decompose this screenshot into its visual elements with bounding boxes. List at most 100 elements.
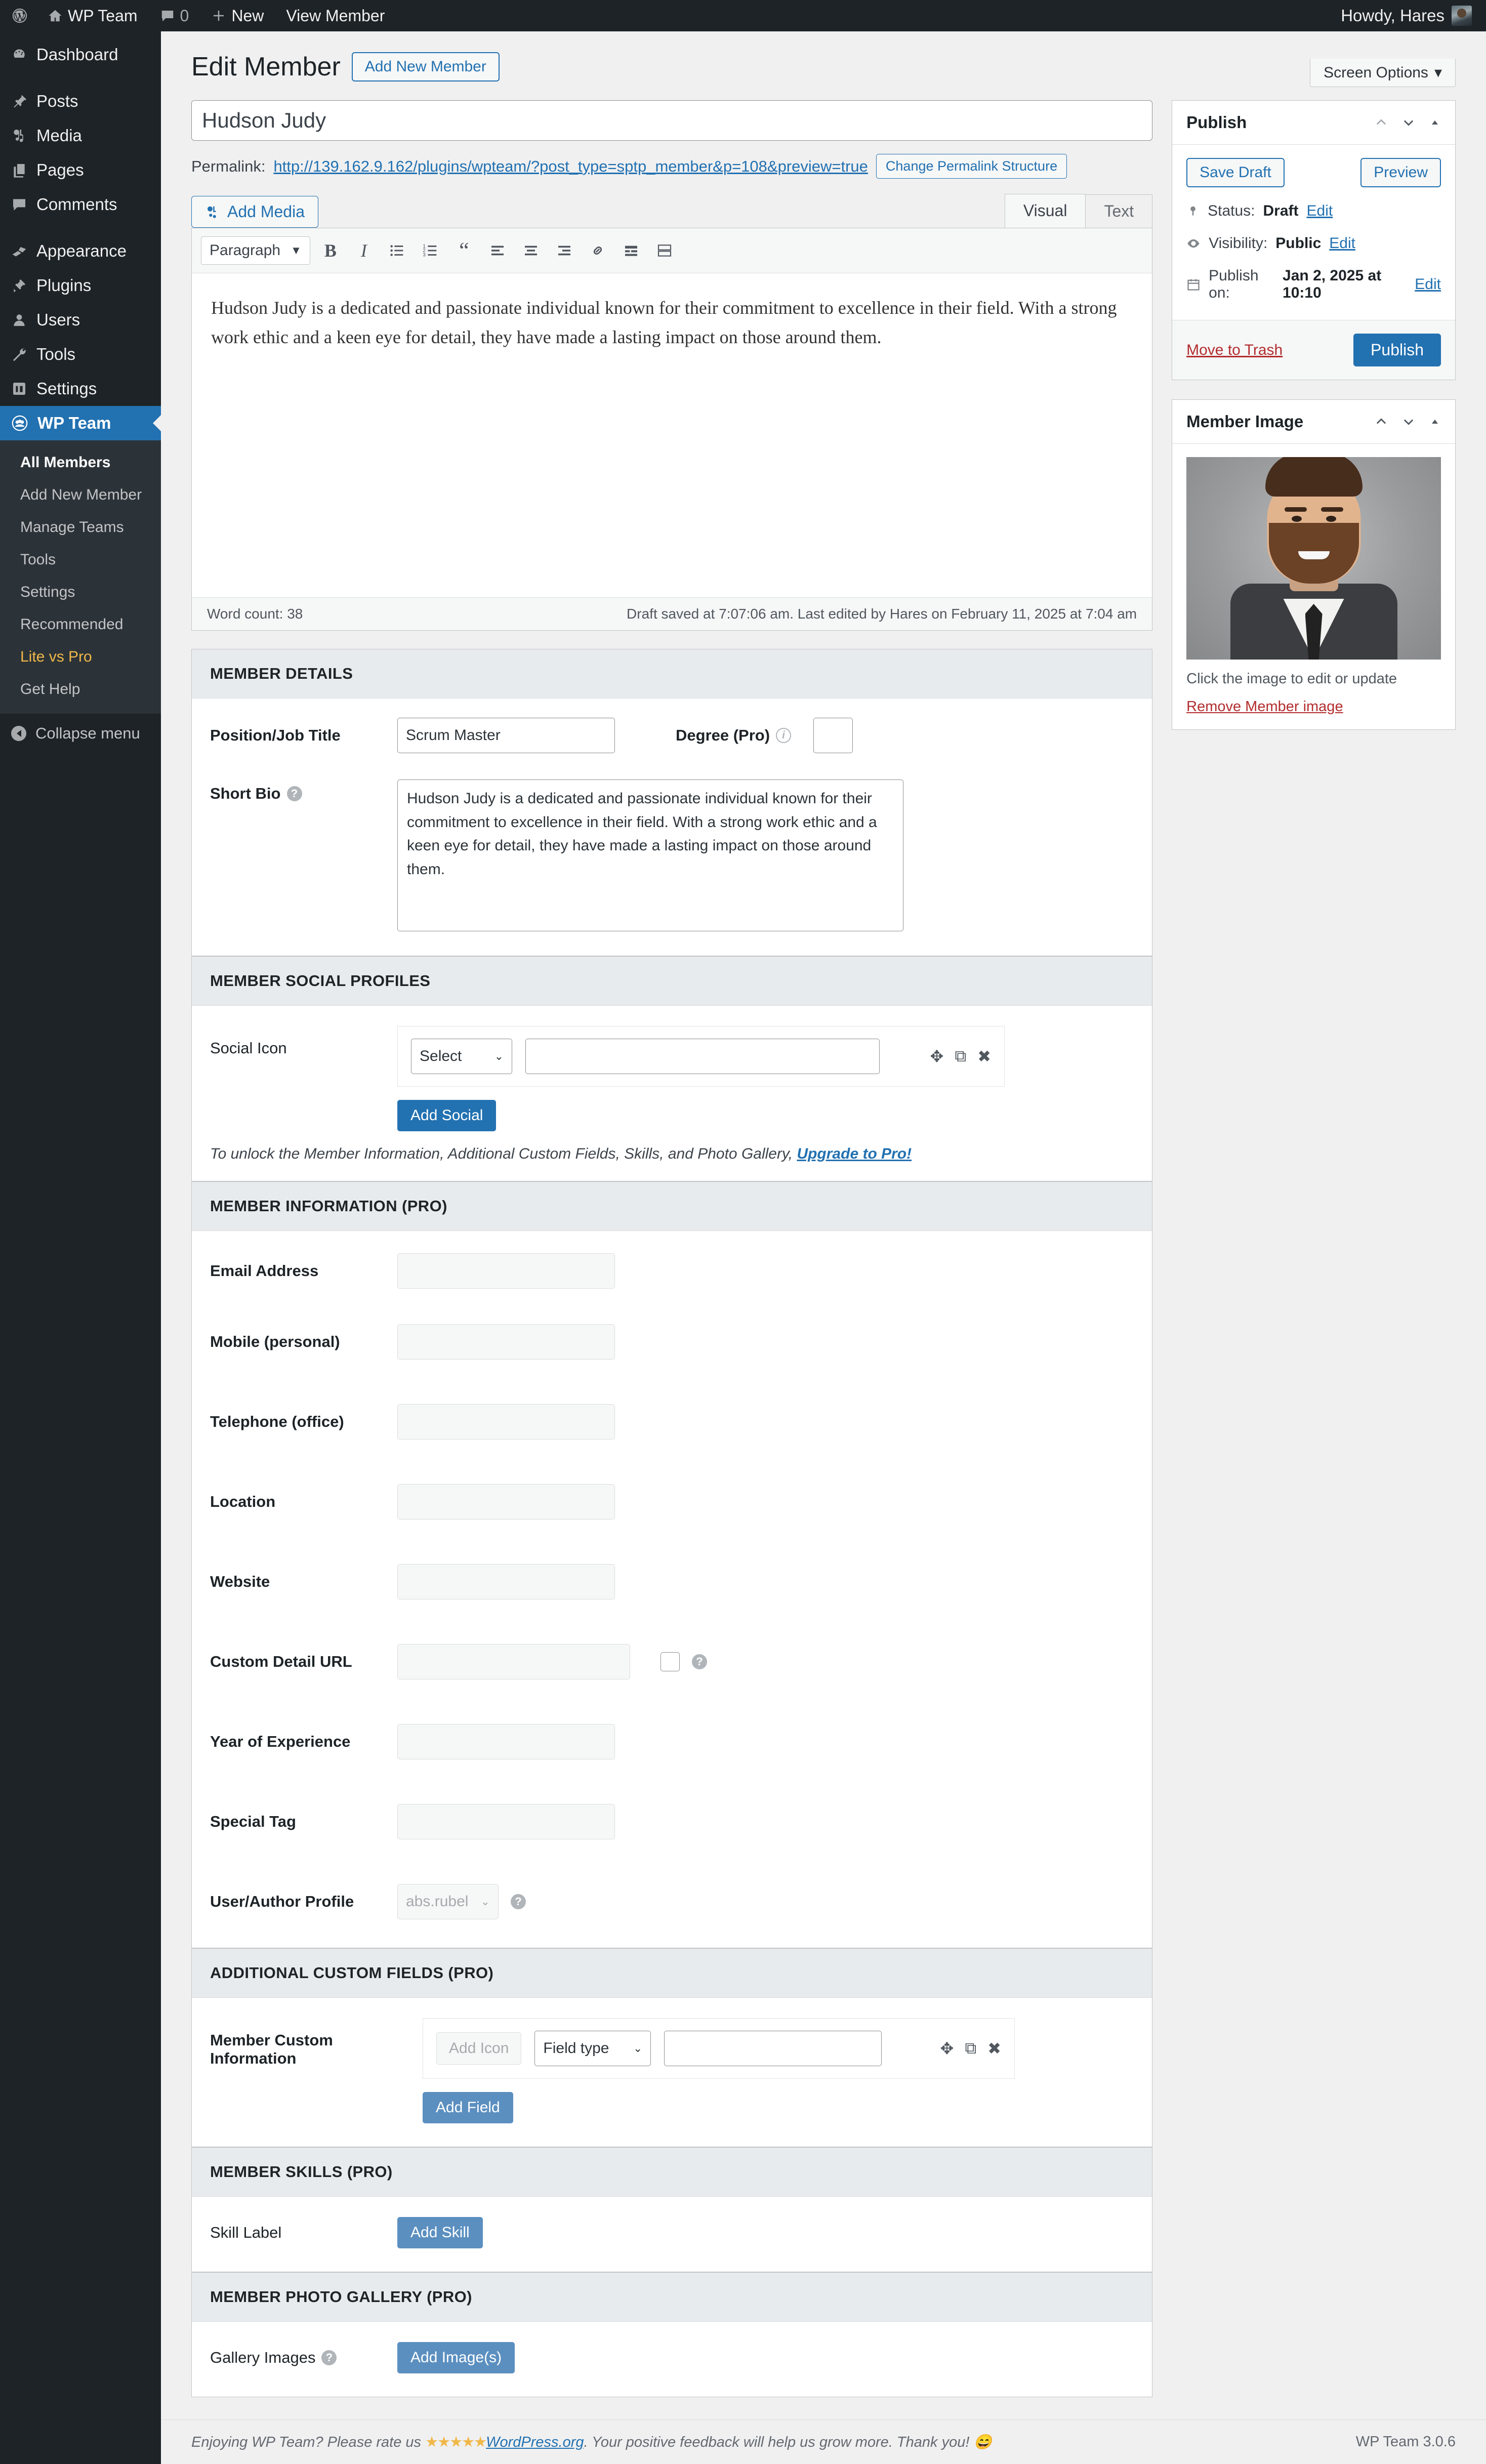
- preview-button[interactable]: Preview: [1360, 158, 1441, 187]
- move-handle-icon[interactable]: ✥: [940, 2039, 954, 2058]
- sidebar-item-plugins[interactable]: Plugins: [0, 268, 161, 303]
- sidebar-item-users[interactable]: Users: [0, 303, 161, 337]
- submenu-item-lite-vs-pro[interactable]: Lite vs Pro: [0, 641, 161, 673]
- email-address-input[interactable]: [397, 1253, 615, 1289]
- remove-icon[interactable]: ✖: [977, 1047, 991, 1066]
- field-type-select[interactable]: Field type ⌄: [534, 2031, 651, 2066]
- help-icon[interactable]: ?: [321, 2350, 337, 2365]
- link-icon[interactable]: [585, 237, 611, 264]
- tab-text[interactable]: Text: [1085, 194, 1153, 228]
- remove-member-image-link[interactable]: Remove Member image: [1186, 699, 1343, 715]
- social-network-select[interactable]: Select ⌄: [411, 1039, 512, 1074]
- help-icon[interactable]: ?: [286, 786, 302, 801]
- sidebar-item-appearance[interactable]: Appearance: [0, 234, 161, 268]
- social-url-input[interactable]: [525, 1039, 880, 1074]
- info-icon[interactable]: i: [776, 728, 792, 743]
- sidebar-item-comments[interactable]: Comments: [0, 187, 161, 222]
- submenu-item-get-help[interactable]: Get Help: [0, 673, 161, 706]
- sidebar-item-dashboard[interactable]: Dashboard: [0, 37, 161, 72]
- submenu-item-manage-teams[interactable]: Manage Teams: [0, 511, 161, 544]
- move-down-icon[interactable]: [1401, 415, 1416, 429]
- submenu-item-settings[interactable]: Settings: [0, 576, 161, 608]
- add-new-member-button[interactable]: Add New Member: [351, 52, 500, 81]
- permalink-url-link[interactable]: http://139.162.9.162/plugins/wpteam/?pos…: [273, 157, 868, 176]
- add-icon-button[interactable]: Add Icon: [436, 2032, 522, 2065]
- wordpress-org-link[interactable]: WordPress.org: [486, 2434, 584, 2450]
- duplicate-icon[interactable]: ⧉: [955, 1047, 966, 1066]
- screen-options-toggle[interactable]: Screen Options ▾: [1310, 59, 1456, 87]
- move-down-icon[interactable]: [1401, 115, 1416, 130]
- tab-visual[interactable]: Visual: [1004, 194, 1086, 228]
- toggle-panel-icon[interactable]: [1429, 116, 1441, 129]
- remove-icon[interactable]: ✖: [987, 2039, 1001, 2058]
- duplicate-icon[interactable]: ⧉: [965, 2039, 976, 2058]
- custom-detail-url-checkbox[interactable]: [661, 1652, 680, 1671]
- new-content-menu[interactable]: New: [200, 0, 275, 31]
- sidebar-item-tools[interactable]: Tools: [0, 337, 161, 372]
- change-permalink-structure-button[interactable]: Change Permalink Structure: [876, 154, 1067, 179]
- status-edit-link[interactable]: Edit: [1307, 202, 1333, 220]
- view-member-link[interactable]: View Member: [275, 0, 396, 31]
- special-tag-input[interactable]: [397, 1804, 615, 1839]
- toolbar-toggle-icon[interactable]: [651, 237, 678, 264]
- move-up-icon[interactable]: [1374, 415, 1388, 429]
- mobile-personal-input[interactable]: [397, 1324, 615, 1360]
- help-icon[interactable]: ?: [692, 1654, 707, 1669]
- visibility-edit-link[interactable]: Edit: [1329, 235, 1355, 252]
- custom-detail-url-input[interactable]: [397, 1644, 630, 1679]
- website-input[interactable]: [397, 1564, 615, 1599]
- location-input[interactable]: [397, 1484, 615, 1520]
- member-title-input[interactable]: [191, 100, 1153, 141]
- submenu-item-recommended[interactable]: Recommended: [0, 608, 161, 641]
- user-author-profile-select[interactable]: abs.rubel ⌄: [397, 1884, 499, 1919]
- my-account-menu[interactable]: Howdy, Hares: [1341, 6, 1486, 26]
- toggle-panel-icon[interactable]: [1429, 416, 1441, 428]
- site-name-menu[interactable]: WP Team: [36, 0, 149, 31]
- publish-on-edit-link[interactable]: Edit: [1415, 276, 1441, 293]
- degree-input[interactable]: [813, 718, 853, 753]
- numbered-list-icon[interactable]: 123: [418, 237, 444, 264]
- add-skill-button[interactable]: Add Skill: [397, 2217, 483, 2248]
- wordpress-logo-menu[interactable]: [0, 0, 36, 31]
- paragraph-format-select[interactable]: Paragraph ▼: [201, 236, 310, 265]
- move-handle-icon[interactable]: ✥: [930, 1047, 944, 1066]
- align-right-icon[interactable]: [551, 237, 577, 264]
- position-job-title-input[interactable]: [397, 718, 615, 753]
- add-social-button[interactable]: Add Social: [397, 1100, 497, 1131]
- submenu-item-add-new-member[interactable]: Add New Member: [0, 479, 161, 511]
- publish-button[interactable]: Publish: [1353, 334, 1441, 366]
- add-images-button[interactable]: Add Image(s): [397, 2342, 515, 2373]
- sidebar-item-settings[interactable]: Settings: [0, 372, 161, 406]
- rating-stars[interactable]: ★★★★★: [425, 2434, 487, 2450]
- sidebar-item-posts[interactable]: Posts: [0, 84, 161, 118]
- add-field-button[interactable]: Add Field: [423, 2092, 513, 2123]
- save-draft-button[interactable]: Save Draft: [1186, 158, 1285, 187]
- telephone-office-input[interactable]: [397, 1404, 615, 1440]
- home-icon: [48, 8, 63, 23]
- bulleted-list-icon[interactable]: [384, 237, 410, 264]
- editor-content[interactable]: Hudson Judy is a dedicated and passionat…: [192, 273, 1152, 597]
- align-center-icon[interactable]: [518, 237, 544, 264]
- sidebar-item-pages[interactable]: Pages: [0, 153, 161, 187]
- align-left-icon[interactable]: [484, 237, 511, 264]
- blockquote-icon[interactable]: “: [451, 237, 477, 264]
- sidebar-item-wp-team[interactable]: WP Team: [0, 406, 161, 440]
- move-to-trash-link[interactable]: Move to Trash: [1186, 342, 1283, 359]
- add-media-button[interactable]: Add Media: [191, 196, 318, 228]
- short-bio-textarea[interactable]: Hudson Judy is a dedicated and passionat…: [397, 779, 903, 931]
- member-image-thumbnail[interactable]: [1186, 457, 1441, 660]
- comments-bubble[interactable]: 0: [149, 0, 200, 31]
- move-up-icon[interactable]: [1374, 115, 1388, 130]
- custom-field-value-input[interactable]: [664, 2031, 882, 2066]
- upgrade-to-pro-link[interactable]: Upgrade to Pro!: [797, 1145, 912, 1162]
- collapse-menu-button[interactable]: Collapse menu: [0, 714, 161, 753]
- read-more-icon[interactable]: [618, 237, 644, 264]
- sidebar-item-media[interactable]: Media: [0, 118, 161, 153]
- submenu-item-tools[interactable]: Tools: [0, 544, 161, 576]
- site-name-label: WP Team: [68, 6, 138, 25]
- year-of-experience-input[interactable]: [397, 1724, 615, 1759]
- bold-icon[interactable]: B: [317, 237, 344, 264]
- italic-icon[interactable]: I: [351, 237, 377, 264]
- help-icon[interactable]: ?: [511, 1894, 526, 1909]
- submenu-item-all-members[interactable]: All Members: [0, 446, 161, 479]
